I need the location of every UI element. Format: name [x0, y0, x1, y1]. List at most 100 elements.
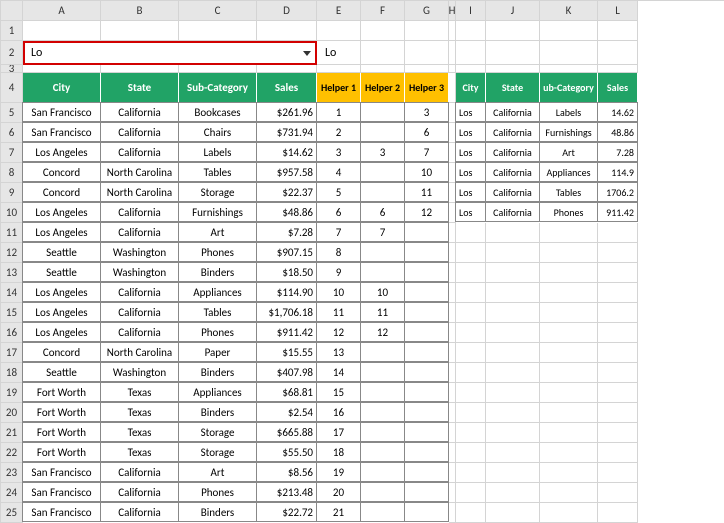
main-cell-r6-c4[interactable]: 2 [316, 122, 361, 142]
cell-blank[interactable] [317, 21, 361, 41]
right-cell-r17-c3[interactable] [598, 343, 638, 363]
main-cell-r19-c5[interactable] [360, 382, 405, 402]
main-cell-r24-c3[interactable]: $213.48 [256, 482, 317, 502]
right-cell-r15-c1[interactable] [486, 303, 540, 323]
row-header-17[interactable]: 17 [1, 343, 23, 363]
cell-blank[interactable] [456, 65, 486, 73]
row-header-18[interactable]: 18 [1, 363, 23, 383]
chevron-down-icon[interactable] [303, 51, 311, 56]
main-cell-r21-c3[interactable]: $665.88 [256, 422, 317, 442]
main-cell-r23-c2[interactable]: Art [178, 462, 257, 482]
main-cell-r21-c5[interactable] [360, 422, 405, 442]
select-all-corner[interactable] [1, 1, 23, 21]
main-cell-r13-c3[interactable]: $18.50 [256, 262, 317, 282]
main-cell-r7-c1[interactable]: California [100, 142, 179, 162]
right-cell-r14-c1[interactable] [486, 283, 540, 303]
right-cell-r5-c2[interactable]: Labels [539, 102, 598, 122]
right-cell-r13-c1[interactable] [486, 263, 540, 283]
right-cell-r8-c0[interactable]: Los [455, 162, 486, 182]
row-header-6[interactable]: 6 [1, 123, 23, 143]
cell-blank[interactable] [456, 21, 486, 41]
main-cell-r17-c1[interactable]: North Carolina [100, 342, 179, 362]
right-cell-r17-c1[interactable] [486, 343, 540, 363]
row-header-21[interactable]: 21 [1, 423, 23, 443]
main-cell-r9-c2[interactable]: Storage [178, 182, 257, 202]
main-cell-r9-c4[interactable]: 5 [316, 182, 361, 202]
main-cell-r14-c6[interactable] [404, 282, 449, 302]
right-cell-r13-c2[interactable] [540, 263, 598, 283]
cell-blank[interactable] [179, 65, 257, 73]
right-cell-r21-c0[interactable] [456, 423, 486, 443]
right-cell-r25-c2[interactable] [540, 503, 598, 523]
row-header-8[interactable]: 8 [1, 163, 23, 183]
right-cell-r13-c0[interactable] [456, 263, 486, 283]
main-cell-r15-c3[interactable]: $1,706.18 [256, 302, 317, 322]
main-cell-r12-c1[interactable]: Washington [100, 242, 179, 262]
right-cell-r23-c0[interactable] [456, 463, 486, 483]
right-cell-r22-c1[interactable] [486, 443, 540, 463]
main-cell-r15-c5[interactable]: 11 [360, 302, 405, 322]
cell-blank[interactable] [486, 65, 540, 73]
col-header-C[interactable]: C [179, 1, 257, 21]
right-cell-r7-c3[interactable]: 7.28 [597, 142, 638, 162]
cell-blank[interactable] [101, 21, 179, 41]
right-cell-r20-c1[interactable] [486, 403, 540, 423]
right-cell-r24-c1[interactable] [486, 483, 540, 503]
col-header-G[interactable]: G [405, 1, 449, 21]
cell-blank[interactable] [598, 21, 638, 41]
right-cell-r11-c2[interactable] [540, 223, 598, 243]
right-cell-r18-c1[interactable] [486, 363, 540, 383]
main-cell-r6-c6[interactable]: 6 [404, 122, 449, 142]
main-cell-r18-c3[interactable]: $407.98 [256, 362, 317, 382]
main-cell-r9-c1[interactable]: North Carolina [100, 182, 179, 202]
right-cell-r21-c3[interactable] [598, 423, 638, 443]
main-cell-r14-c1[interactable]: California [100, 282, 179, 302]
right-cell-r14-c3[interactable] [598, 283, 638, 303]
cell-blank[interactable] [405, 41, 449, 65]
main-cell-r12-c0[interactable]: Seattle [22, 242, 101, 262]
right-cell-r10-c0[interactable]: Los [455, 202, 486, 222]
main-cell-r20-c6[interactable] [404, 402, 449, 422]
col-header-F[interactable]: F [361, 1, 405, 21]
right-cell-r21-c2[interactable] [540, 423, 598, 443]
main-cell-r11-c1[interactable]: California [100, 222, 179, 242]
right-cell-r25-c1[interactable] [486, 503, 540, 523]
main-cell-r7-c3[interactable]: $14.62 [256, 142, 317, 162]
right-cell-r6-c1[interactable]: California [485, 122, 540, 142]
main-cell-r7-c2[interactable]: Labels [178, 142, 257, 162]
right-cell-r20-c2[interactable] [540, 403, 598, 423]
main-cell-r16-c0[interactable]: Los Angeles [22, 322, 101, 342]
main-cell-r24-c4[interactable]: 20 [316, 482, 361, 502]
spreadsheet-grid[interactable]: ABCDEFGHIJKL12LoLo34CityStateSub-Categor… [0, 0, 724, 523]
main-cell-r23-c0[interactable]: San Francisco [22, 462, 101, 482]
main-cell-r7-c4[interactable]: 3 [316, 142, 361, 162]
main-cell-r10-c0[interactable]: Los Angeles [22, 202, 101, 222]
main-cell-r11-c5[interactable]: 7 [360, 222, 405, 242]
main-cell-r17-c6[interactable] [404, 342, 449, 362]
col-header-L[interactable]: L [598, 1, 638, 21]
main-cell-r9-c0[interactable]: Concord [22, 182, 101, 202]
row-header-25[interactable]: 25 [1, 503, 23, 523]
row-header-14[interactable]: 14 [1, 283, 23, 303]
main-cell-r16-c3[interactable]: $911.42 [256, 322, 317, 342]
main-cell-r11-c6[interactable] [404, 222, 449, 242]
right-cell-r23-c2[interactable] [540, 463, 598, 483]
main-cell-r10-c3[interactable]: $48.86 [256, 202, 317, 222]
right-cell-r19-c1[interactable] [486, 383, 540, 403]
right-cell-r8-c3[interactable]: 114.9 [597, 162, 638, 182]
main-cell-r19-c0[interactable]: Fort Worth [22, 382, 101, 402]
cell-blank[interactable] [540, 41, 598, 65]
right-cell-r14-c0[interactable] [456, 283, 486, 303]
main-cell-r6-c3[interactable]: $731.94 [256, 122, 317, 142]
main-cell-r24-c2[interactable]: Phones [178, 482, 257, 502]
right-cell-r6-c0[interactable]: Los [455, 122, 486, 142]
right-cell-r24-c2[interactable] [540, 483, 598, 503]
main-cell-r5-c4[interactable]: 1 [316, 102, 361, 122]
main-cell-r25-c5[interactable] [360, 502, 405, 522]
main-cell-r18-c2[interactable]: Binders [178, 362, 257, 382]
main-cell-r5-c0[interactable]: San Francisco [22, 102, 101, 122]
main-cell-r18-c0[interactable]: Seattle [22, 362, 101, 382]
main-cell-r8-c2[interactable]: Tables [178, 162, 257, 182]
cell-blank[interactable] [598, 65, 638, 73]
right-cell-r5-c0[interactable]: Los [455, 102, 486, 122]
